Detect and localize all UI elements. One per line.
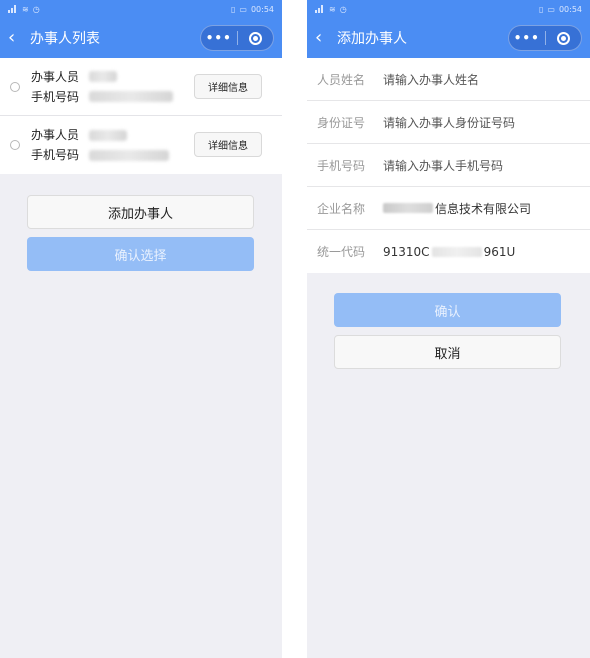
miniprogram-capsule: ••• bbox=[508, 25, 582, 51]
confirm-selection-button[interactable]: 确认选择 bbox=[27, 237, 254, 271]
blurred-name bbox=[89, 129, 128, 141]
status-bar: ≋ ◷ ▯ ▭ 00:54 bbox=[0, 0, 282, 18]
field-label: 手机号码 bbox=[317, 158, 366, 173]
list-item[interactable]: 办事人员 手机号码 详细信息 bbox=[0, 58, 282, 116]
confirm-button[interactable]: 确认 bbox=[334, 293, 561, 327]
person-name-label: 办事人员 bbox=[31, 128, 80, 142]
person-list-screen: ≋ ◷ ▯ ▭ 00:54 ‹ 办事人列表 ••• 办事人员 手机号码 详细信息… bbox=[0, 0, 282, 658]
wifi-icon: ≋ bbox=[22, 4, 29, 14]
name-field-row: 人员姓名 请输入办事人姓名 bbox=[307, 58, 590, 101]
person-name-label: 办事人员 bbox=[31, 69, 80, 84]
nav-bar: ‹ 添加办事人 ••• bbox=[307, 18, 590, 58]
credit-code-prefix: 91310C bbox=[383, 244, 430, 259]
blurred-phone bbox=[89, 91, 174, 102]
signal-icon bbox=[8, 5, 18, 13]
signal-icon bbox=[315, 5, 325, 13]
back-icon[interactable]: ‹ bbox=[8, 29, 24, 47]
blurred-company-prefix bbox=[383, 203, 433, 213]
id-number-field-row: 身份证号 请输入办事人身份证号码 bbox=[307, 101, 590, 144]
alarm-icon: ◷ bbox=[32, 4, 40, 14]
company-field-row: 企业名称 信息技术有限公司 bbox=[307, 187, 590, 230]
id-number-input[interactable]: 请输入办事人身份证号码 bbox=[383, 114, 515, 131]
field-label: 统一代码 bbox=[317, 245, 366, 259]
status-time: 00:54 bbox=[250, 4, 274, 14]
nav-bar: ‹ 办事人列表 ••• bbox=[0, 18, 282, 58]
field-label: 企业名称 bbox=[317, 201, 366, 216]
company-value: 信息技术有限公司 bbox=[435, 201, 532, 216]
add-person-button[interactable]: 添加办事人 bbox=[27, 195, 254, 229]
add-person-screen: ≋ ◷ ▯ ▭ 00:54 ‹ 添加办事人 ••• 人员姓名 请输入办事人姓名 … bbox=[307, 0, 590, 658]
cancel-button[interactable]: 取消 bbox=[334, 335, 561, 369]
page-title: 添加办事人 bbox=[337, 31, 407, 47]
name-input[interactable]: 请输入办事人姓名 bbox=[383, 71, 479, 88]
detail-button[interactable]: 详细信息 bbox=[194, 132, 262, 157]
alarm-icon: ◷ bbox=[339, 4, 347, 14]
select-radio[interactable] bbox=[10, 81, 20, 92]
field-label: 身份证号 bbox=[317, 115, 366, 130]
credit-code-input[interactable]: 91310C 961U bbox=[383, 245, 515, 259]
status-time: 00:54 bbox=[558, 4, 582, 14]
person-phone-label: 手机号码 bbox=[31, 148, 80, 162]
back-icon[interactable]: ‹ bbox=[315, 29, 331, 47]
person-list: 办事人员 手机号码 详细信息 办事人员 手机号码 详细信息 bbox=[0, 58, 282, 174]
add-person-form: 人员姓名 请输入办事人姓名 身份证号 请输入办事人身份证号码 手机号码 请输入办… bbox=[307, 58, 590, 273]
field-label: 人员姓名 bbox=[317, 72, 366, 87]
phone-input[interactable]: 请输入办事人手机号码 bbox=[383, 157, 503, 174]
close-miniprogram-icon[interactable] bbox=[238, 31, 274, 45]
list-item[interactable]: 办事人员 手机号码 详细信息 bbox=[0, 116, 282, 174]
miniprogram-capsule: ••• bbox=[200, 25, 274, 51]
vibrate-icon: ▯ bbox=[538, 4, 544, 14]
detail-button[interactable]: 详细信息 bbox=[194, 74, 262, 99]
battery-icon: ▭ bbox=[239, 4, 247, 14]
credit-code-suffix: 961U bbox=[483, 244, 516, 259]
company-input[interactable]: 信息技术有限公司 bbox=[383, 200, 531, 217]
close-miniprogram-icon[interactable] bbox=[546, 31, 582, 45]
credit-code-field-row: 统一代码 91310C 961U bbox=[307, 230, 590, 273]
blurred-phone bbox=[89, 149, 170, 161]
select-radio[interactable] bbox=[10, 140, 20, 150]
page-title: 办事人列表 bbox=[30, 31, 100, 47]
person-phone-label: 手机号码 bbox=[31, 89, 80, 104]
more-icon[interactable]: ••• bbox=[201, 31, 237, 45]
blurred-name bbox=[89, 71, 118, 82]
more-icon[interactable]: ••• bbox=[509, 31, 545, 45]
phone-field-row: 手机号码 请输入办事人手机号码 bbox=[307, 144, 590, 187]
wifi-icon: ≋ bbox=[329, 4, 336, 14]
battery-icon: ▭ bbox=[547, 4, 555, 14]
status-bar: ≋ ◷ ▯ ▭ 00:54 bbox=[307, 0, 590, 18]
vibrate-icon: ▯ bbox=[230, 4, 236, 14]
blurred-credit-code bbox=[431, 246, 482, 257]
